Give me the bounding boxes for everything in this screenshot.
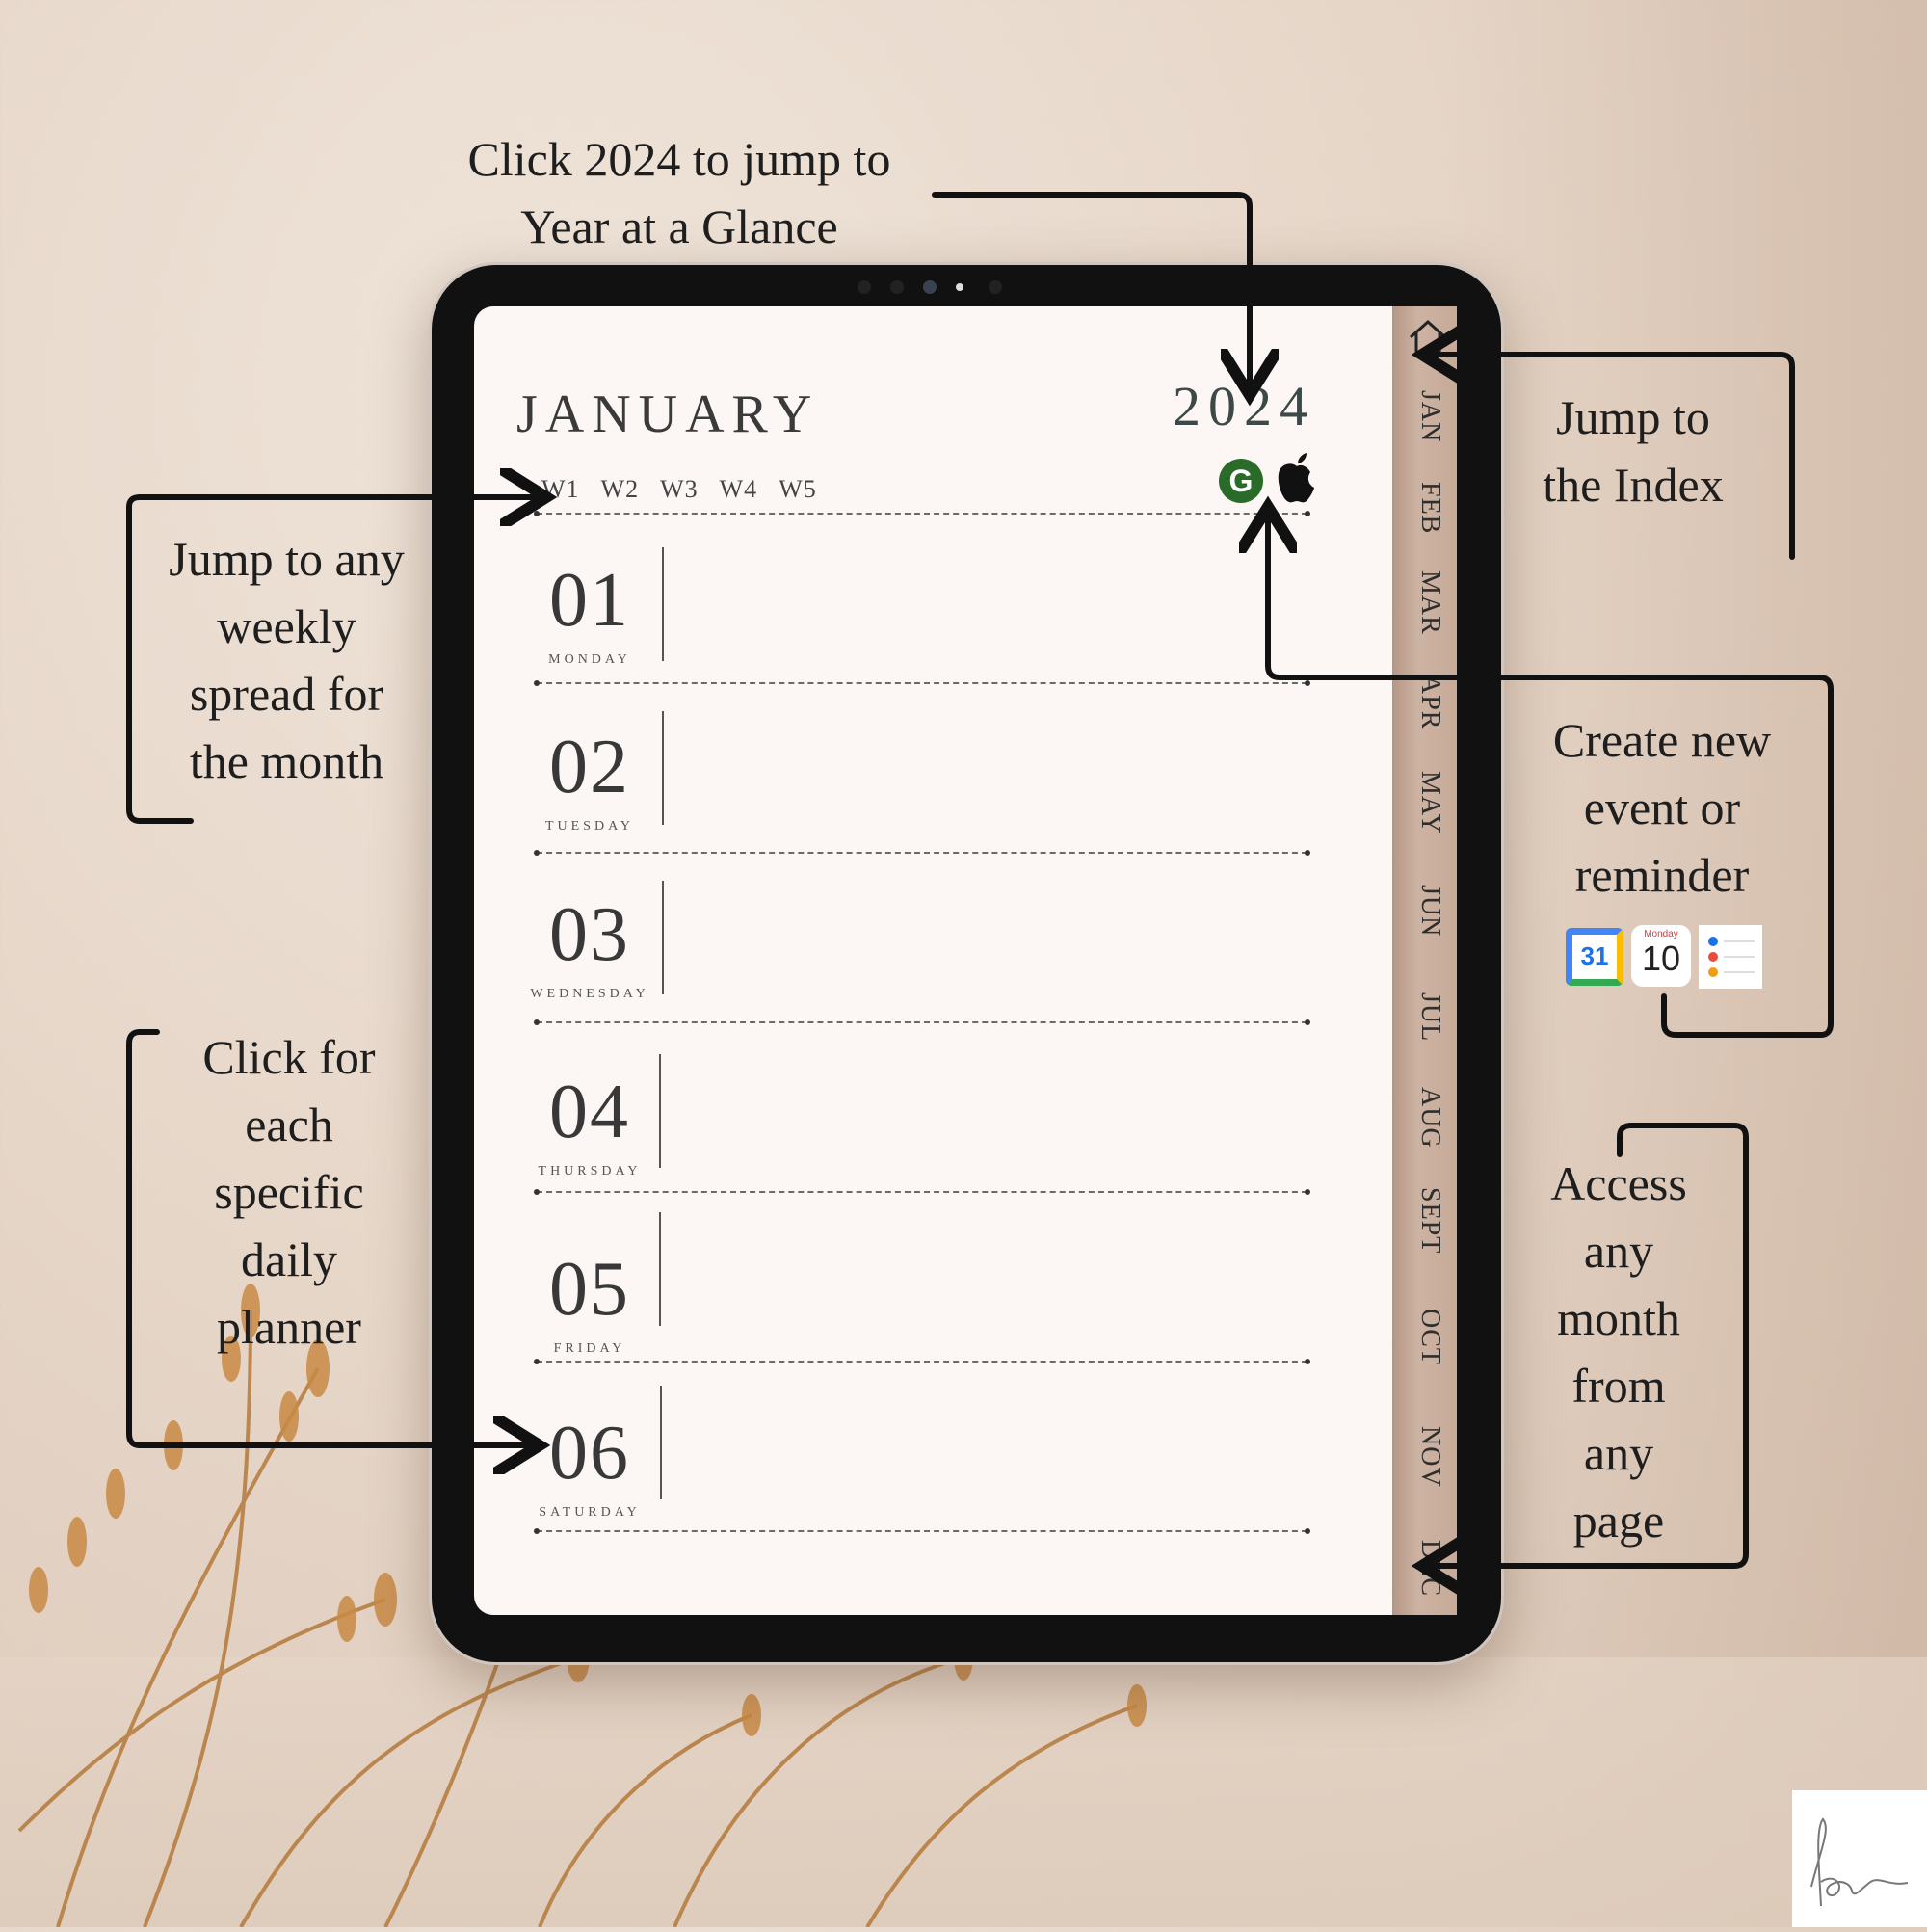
month-tab-jul[interactable]: JUL [1407,992,1445,1042]
callout-year: Click 2024 to jump to Year at a Glance [438,125,920,260]
day-link-5[interactable]: 05 FRIDAY [522,1251,657,1357]
callout-text: Year at a Glance [520,199,838,253]
app-icons: 31 Monday 10 [1566,925,1763,992]
separator [534,1189,1310,1195]
month-tab-jan[interactable]: JAN [1407,390,1445,442]
separator [534,850,1310,856]
divider [660,1386,662,1499]
callout-event: Create new event or reminder [1518,706,1807,909]
month-tab-nov[interactable]: NOV [1407,1426,1445,1488]
month-tab-may[interactable]: MAY [1407,771,1445,834]
day-name: WEDNESDAY [530,987,649,1001]
callout-weekly: Jump to any weekly spread for the month [145,525,429,795]
month-title: JANUARY [516,384,820,444]
google-calendar-icon: 31 [1566,928,1623,986]
separator [534,511,1310,516]
callout-text: Access [1550,1156,1687,1210]
day-name: FRIDAY [553,1341,626,1356]
callout-text: reminder [1574,848,1750,902]
month-tab-sept[interactable]: SEPT [1407,1187,1445,1254]
callout-text: page [1572,1494,1665,1548]
month-tab-aug[interactable]: AUG [1407,1087,1445,1149]
separator [534,680,1310,686]
week-link-1[interactable]: W1 [541,475,580,504]
callout-text: specific [214,1165,364,1219]
divider [662,547,664,661]
callout-text: planner [217,1300,361,1354]
week-link-5[interactable]: W5 [779,475,817,504]
callout-text: Jump to any [169,532,405,586]
gcal-day: 31 [1580,941,1609,970]
divider [659,1054,661,1168]
day-link-1[interactable]: 01 MONDAY [522,562,657,668]
callout-text: Create new [1552,713,1772,767]
day-link-6[interactable]: 06 SATURDAY [522,1415,657,1521]
day-link-3[interactable]: 03 WEDNESDAY [522,896,657,1002]
callout-text: spread for [189,667,384,721]
camera-bar [858,278,1021,297]
callout-text: event or [1583,781,1741,834]
day-name: MONDAY [548,652,631,667]
day-link-2[interactable]: 02 TUESDAY [522,728,657,834]
day-link-4[interactable]: 04 THURSDAY [522,1073,657,1179]
year-link[interactable]: 2024 [1173,374,1315,438]
day-name: TUESDAY [544,819,635,834]
callout-text: any [1583,1224,1654,1278]
week-links: W1 W2 W3 W4 W5 [541,475,817,504]
callout-text: Jump to [1556,390,1710,444]
callout-text: month [1557,1291,1680,1345]
separator [534,1019,1310,1025]
callout-text: Click 2024 to jump to [467,132,891,186]
callout-text: any [1583,1426,1654,1480]
signature-logo [1792,1790,1927,1927]
divider [659,1212,661,1326]
acal-day: 10 [1641,939,1681,978]
day-name: SATURDAY [539,1505,641,1520]
month-tab-mar[interactable]: MAR [1407,570,1445,635]
separator [534,1528,1310,1534]
callout-text: the month [189,734,384,788]
month-tab-feb[interactable]: FEB [1407,482,1445,534]
day-number: 03 [549,892,630,977]
month-tab-oct[interactable]: OCT [1407,1309,1445,1365]
day-number: 06 [549,1411,630,1495]
month-tab-jun[interactable]: JUN [1407,885,1445,937]
callout-text: from [1571,1359,1666,1413]
planner-page: JANUARY 2024 W1 W2 W3 W4 W5 G 01 MONDAY … [474,306,1457,1615]
day-number: 02 [549,725,630,809]
callout-month-access: Access any month from any page [1498,1150,1739,1554]
callout-text: the Index [1543,458,1724,512]
home-icon[interactable] [1407,316,1449,358]
day-number: 01 [549,558,630,643]
separator [534,1359,1310,1364]
apple-icon[interactable] [1274,451,1320,505]
google-calendar-g-icon[interactable]: G [1219,459,1263,503]
week-link-3[interactable]: W3 [660,475,699,504]
month-tab-dec[interactable]: DEC [1407,1540,1445,1597]
callout-text: Click for [202,1030,376,1084]
day-number: 04 [549,1070,630,1154]
week-link-4[interactable]: W4 [720,475,758,504]
reminders-icon [1699,925,1762,989]
month-tab-apr[interactable]: APR [1407,675,1445,729]
week-link-2[interactable]: W2 [601,475,640,504]
apple-calendar-icon: Monday 10 [1631,925,1691,987]
divider [662,881,664,994]
callout-text: daily [241,1232,337,1286]
divider [662,711,664,825]
day-name: THURSDAY [538,1164,642,1178]
day-number: 05 [549,1247,630,1332]
callout-text: weekly [217,599,356,653]
callout-text: each [245,1098,333,1151]
callout-index: Jump to the Index [1503,384,1763,518]
callout-daily: Click for each specific daily planner [173,1023,405,1361]
